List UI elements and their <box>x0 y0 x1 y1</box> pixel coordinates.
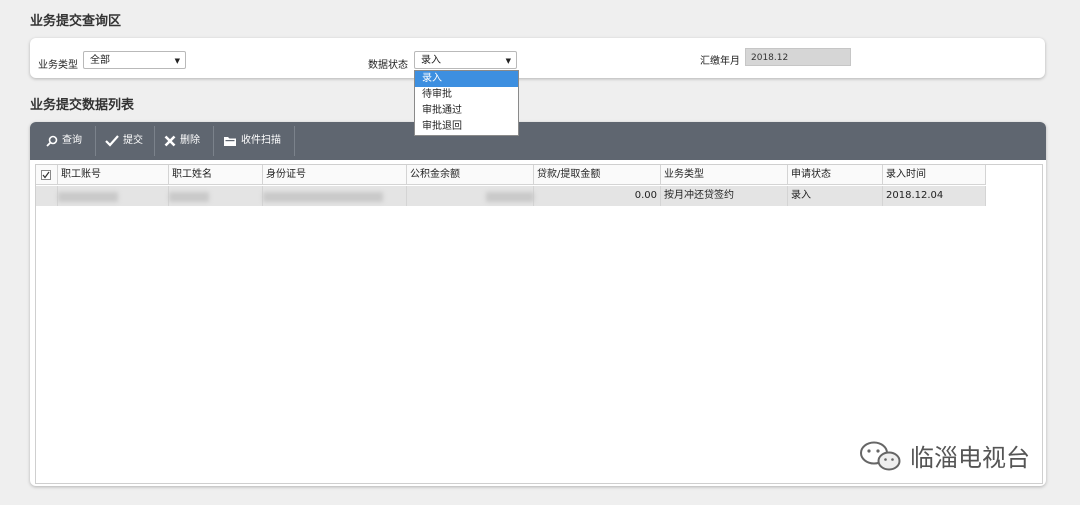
scan-button-label: 收件扫描 <box>241 135 281 146</box>
col-header-status[interactable]: 申请状态 <box>788 165 883 185</box>
redacted-fund-balance <box>486 192 534 202</box>
data-status-value: 录入 <box>421 55 441 66</box>
dropdown-option-pending[interactable]: 待审批 <box>415 87 518 103</box>
col-header-account[interactable]: 职工账号 <box>58 165 169 185</box>
chevron-down-icon: ▼ <box>505 57 511 65</box>
query-panel: 业务类型 全部 ▼ 数据状态 录入 ▼ 汇缴年月 2018.12 <box>30 38 1045 78</box>
business-type-value: 全部 <box>90 55 110 66</box>
select-all-checkbox[interactable] <box>41 170 51 180</box>
cell-business-type: 按月冲还贷签约 <box>661 186 788 206</box>
col-header-business-type[interactable]: 业务类型 <box>661 165 788 185</box>
redacted-account <box>58 192 118 202</box>
wechat-icon <box>860 441 901 470</box>
cell-loan-amount: 0.00 <box>534 186 661 206</box>
toolbar-divider <box>213 126 214 156</box>
submit-button-label: 提交 <box>123 135 143 146</box>
dropdown-option-rejected[interactable]: 审批退回 <box>415 119 518 135</box>
col-header-entry-time[interactable]: 录入时间 <box>883 165 986 185</box>
folder-icon <box>224 137 236 146</box>
col-header-loan-amount[interactable]: 贷款/提取金额 <box>534 165 661 185</box>
row-checkbox-cell[interactable] <box>36 186 58 206</box>
submit-button[interactable]: 提交 <box>105 122 143 160</box>
col-header-fund-balance[interactable]: 公积金余额 <box>407 165 534 185</box>
data-status-dropdown: 录入 待审批 审批通过 审批退回 <box>414 70 519 136</box>
pay-month-field: 2018.12 <box>745 48 851 66</box>
data-status-label: 数据状态 <box>368 60 408 71</box>
col-header-id-number[interactable]: 身份证号 <box>263 165 407 185</box>
delete-button-label: 删除 <box>180 135 200 146</box>
query-button-label: 查询 <box>62 135 82 146</box>
watermark-text: 临淄电视台 <box>910 444 1030 472</box>
business-type-select[interactable]: 全部 ▼ <box>83 51 186 69</box>
check-icon <box>105 135 119 147</box>
data-status-select[interactable]: 录入 ▼ <box>414 51 517 69</box>
select-all-cell <box>36 165 58 185</box>
pay-month-label: 汇缴年月 <box>700 56 740 67</box>
dropdown-option-approved[interactable]: 审批通过 <box>415 103 518 119</box>
toolbar: 查询 提交 删除 收件扫描 <box>30 122 1046 160</box>
redacted-name <box>169 192 209 202</box>
query-section-title: 业务提交查询区 <box>30 14 122 29</box>
search-icon <box>46 135 58 147</box>
check-icon <box>42 171 50 179</box>
col-header-name[interactable]: 职工姓名 <box>169 165 263 185</box>
chevron-down-icon: ▼ <box>174 57 180 65</box>
toolbar-divider <box>294 126 295 156</box>
delete-button[interactable]: 删除 <box>164 122 200 160</box>
toolbar-divider <box>154 126 155 156</box>
dropdown-option-entry[interactable]: 录入 <box>415 71 518 87</box>
close-icon <box>164 135 176 147</box>
query-button[interactable]: 查询 <box>46 122 82 160</box>
data-table: 职工账号 职工姓名 身份证号 公积金余额 贷款/提取金额 业务类型 申请状态 录… <box>35 164 1043 484</box>
list-section-title: 业务提交数据列表 <box>30 98 135 113</box>
grid-panel: 查询 提交 删除 收件扫描 职工账号 职工姓名 身份证号 公积金余额 贷款/提取… <box>30 122 1046 486</box>
watermark: 临淄电视台 <box>858 438 1030 473</box>
redacted-id-number <box>263 192 383 202</box>
toolbar-divider <box>95 126 96 156</box>
business-type-label: 业务类型 <box>38 60 78 71</box>
cell-entry-time: 2018.12.04 <box>883 186 986 206</box>
scan-button[interactable]: 收件扫描 <box>223 122 281 160</box>
cell-status: 录入 <box>788 186 883 206</box>
